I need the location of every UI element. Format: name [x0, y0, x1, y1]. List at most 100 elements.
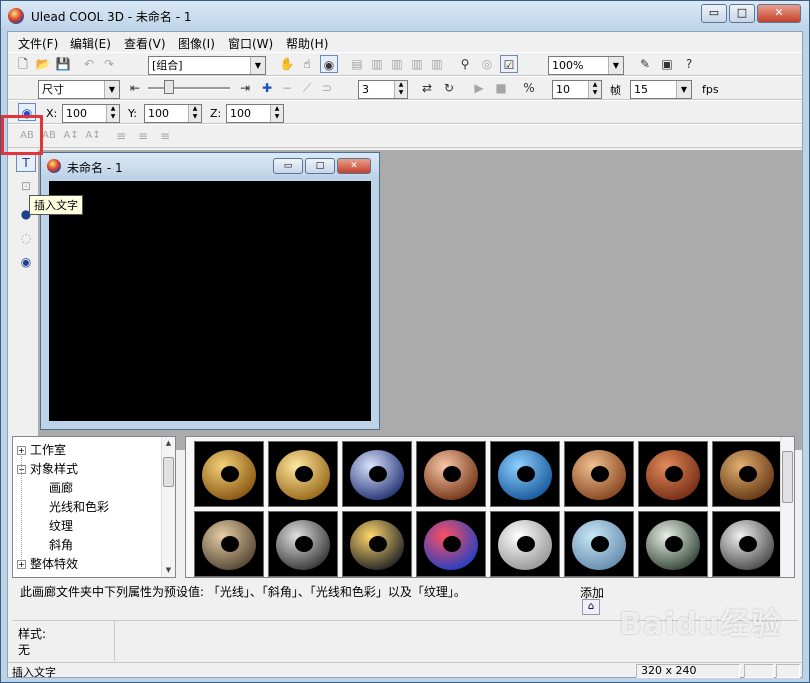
play-icon[interactable]: ▶ — [470, 79, 488, 97]
property-select[interactable]: 尺寸 ▼ — [38, 80, 120, 99]
expand-icon[interactable]: + — [17, 560, 26, 569]
gallery-thumbnail-wood-ring-torus[interactable] — [564, 441, 634, 507]
insert-text-icon[interactable]: T — [16, 152, 36, 172]
object-tool-icon[interactable]: ◉ — [320, 55, 338, 73]
gallery-thumbnail-water-torus[interactable] — [564, 511, 634, 577]
expand-icon[interactable]: + — [17, 446, 26, 455]
scroll-down-icon[interactable]: ▼ — [162, 564, 175, 577]
hand-move-icon[interactable]: ✋ — [278, 55, 296, 73]
gallery-thumbnail-dotted-torus[interactable] — [342, 511, 412, 577]
object-select[interactable]: [组合] ▼ — [148, 56, 266, 75]
new-icon[interactable]: 🗋 — [14, 55, 32, 73]
add-keyframe-icon[interactable]: ✚ — [258, 79, 276, 97]
gallery-thumbnail-terracotta-torus[interactable] — [638, 441, 708, 507]
render-canvas[interactable] — [49, 181, 371, 421]
spinner-arrows-icon[interactable]: ▲ ▼ — [270, 105, 283, 122]
tree-item-object-style[interactable]: − 对象样式 — [17, 460, 78, 477]
undo-icon[interactable]: ↶ — [80, 55, 98, 73]
menu-view[interactable]: 查看(V) — [124, 35, 166, 52]
gallery-thumbnail-chrome-torus[interactable] — [638, 511, 708, 577]
percent-spinner[interactable]: 10 ▲ ▼ — [552, 80, 602, 99]
print-icon[interactable]: ▤ — [348, 55, 366, 73]
spinner-arrows-icon[interactable]: ▲ ▼ — [588, 81, 601, 98]
remove-keyframe-icon[interactable]: − — [278, 79, 296, 97]
layer4-icon[interactable]: ▥ — [428, 55, 446, 73]
spinner-arrows-icon[interactable]: ▲ ▼ — [106, 105, 119, 122]
plugin-icon[interactable]: ✎ — [636, 55, 654, 73]
first-frame-icon[interactable]: ⇤ — [126, 79, 144, 97]
tree-scroll-thumb[interactable] — [163, 457, 174, 487]
tree-item-gallery[interactable]: 画廊 — [49, 479, 73, 496]
redo-icon[interactable]: ↷ — [100, 55, 118, 73]
gallery-thumbnail-stone-torus[interactable] — [194, 511, 264, 577]
tree-item-light-color[interactable]: 光线和色彩 — [49, 498, 109, 515]
tree-scrollbar[interactable]: ▲ ▼ — [161, 437, 175, 577]
title-bar[interactable]: Ulead COOL 3D - 未命名 - 1 ▭ □ ✕ — [1, 1, 809, 31]
export-icon[interactable]: ▣ — [658, 55, 676, 73]
scroll-up-icon[interactable]: ▲ — [162, 437, 175, 450]
pingpong-icon[interactable]: ↻ — [440, 79, 458, 97]
light-icon[interactable]: ⚲ — [456, 55, 474, 73]
menu-edit[interactable]: 编辑(E) — [70, 35, 111, 52]
layer3-icon[interactable]: ▥ — [408, 55, 426, 73]
stop-icon[interactable]: ■ — [492, 79, 510, 97]
split-keyframe-icon[interactable]: ⟋ — [298, 79, 316, 97]
timeline-slider-thumb[interactable] — [164, 80, 174, 94]
y-spinner[interactable]: 100 ▲ ▼ — [144, 104, 202, 123]
spinner-arrows-icon[interactable]: ▲ ▼ — [188, 105, 201, 122]
layer2-icon[interactable]: ▥ — [388, 55, 406, 73]
align-right-icon[interactable]: ≡ — [156, 127, 174, 145]
frame-count-spinner[interactable]: 3 ▲ ▼ — [358, 80, 408, 99]
timeline-slider-track[interactable] — [148, 87, 230, 90]
text-taller-icon[interactable]: A↕ — [62, 127, 80, 145]
gallery-scrollbar[interactable] — [780, 437, 794, 577]
tree-item-texture[interactable]: 纹理 — [49, 517, 73, 534]
help-pointer-icon[interactable]: ? — [680, 55, 698, 73]
globe-icon[interactable]: ◎ — [478, 55, 496, 73]
menu-help[interactable]: 帮助(H) — [286, 35, 328, 52]
gallery-thumbnail-gold-torus[interactable] — [194, 441, 264, 507]
rotate-hand-icon[interactable]: ☝ — [298, 55, 316, 73]
spinner-arrows-icon[interactable]: ▲ ▼ — [394, 81, 407, 98]
menu-window[interactable]: 窗口(W) — [228, 35, 273, 52]
minimize-button[interactable]: ▭ — [701, 4, 727, 23]
gallery-thumbnail-blue-marble-torus[interactable] — [490, 441, 560, 507]
gallery-thumbnail-stained-glass-torus[interactable] — [416, 511, 486, 577]
menu-image[interactable]: 图像(I) — [178, 35, 215, 52]
gallery-thumbnail-mesh-torus[interactable] — [268, 511, 338, 577]
doc-minimize-button[interactable]: ▭ — [273, 158, 303, 174]
collapse-icon[interactable]: − — [17, 465, 26, 474]
reverse-icon[interactable]: ⊃ — [318, 79, 336, 97]
check-icon[interactable]: ☑ — [500, 55, 518, 73]
gallery-thumbnail-white-torus[interactable] — [490, 511, 560, 577]
text-shorter-icon[interactable]: A↕ — [84, 127, 102, 145]
layer1-icon[interactable]: ▥ — [368, 55, 386, 73]
percent-icon[interactable]: % — [520, 79, 538, 97]
align-center-icon[interactable]: ≡ — [134, 127, 152, 145]
add-to-gallery-icon[interactable]: ⌂ — [582, 599, 600, 615]
loop-icon[interactable]: ⇄ — [418, 79, 436, 97]
tree-item-bevel[interactable]: 斜角 — [49, 536, 73, 553]
edit-text-icon[interactable]: ⊡ — [16, 176, 36, 196]
gallery-thumbnail-silver-blue-torus[interactable] — [342, 441, 412, 507]
object-list-icon[interactable]: ◉ — [16, 252, 36, 272]
doc-close-button[interactable]: ✕ — [337, 158, 371, 174]
x-spinner[interactable]: 100 ▲ ▼ — [62, 104, 120, 123]
gallery-thumbnail-gold-ring[interactable] — [268, 441, 338, 507]
open-icon[interactable]: 📂 — [34, 55, 52, 73]
align-left-icon[interactable]: ≡ — [112, 127, 130, 145]
gallery-thumbnail-steel-torus[interactable] — [712, 511, 782, 577]
tree-item-global-effects[interactable]: + 整体特效 — [17, 555, 78, 572]
maximize-button[interactable]: □ — [729, 4, 755, 23]
gallery-thumbnail-copper-torus[interactable] — [416, 441, 486, 507]
menu-file[interactable]: 文件(F) — [18, 35, 58, 52]
close-button[interactable]: ✕ — [757, 4, 801, 23]
document-title-bar[interactable]: 未命名 - 1 ▭ □ ✕ — [41, 153, 379, 179]
z-spinner[interactable]: 100 ▲ ▼ — [226, 104, 284, 123]
gallery-thumbnail-leather-torus[interactable] — [712, 441, 782, 507]
fps-select[interactable]: 15 ▼ — [630, 80, 692, 99]
gallery-scroll-thumb[interactable] — [782, 451, 793, 503]
last-frame-icon[interactable]: ⇥ — [236, 79, 254, 97]
edit-geometry-icon[interactable]: ◌ — [16, 228, 36, 248]
tree-item-studio[interactable]: + 工作室 — [17, 441, 66, 458]
